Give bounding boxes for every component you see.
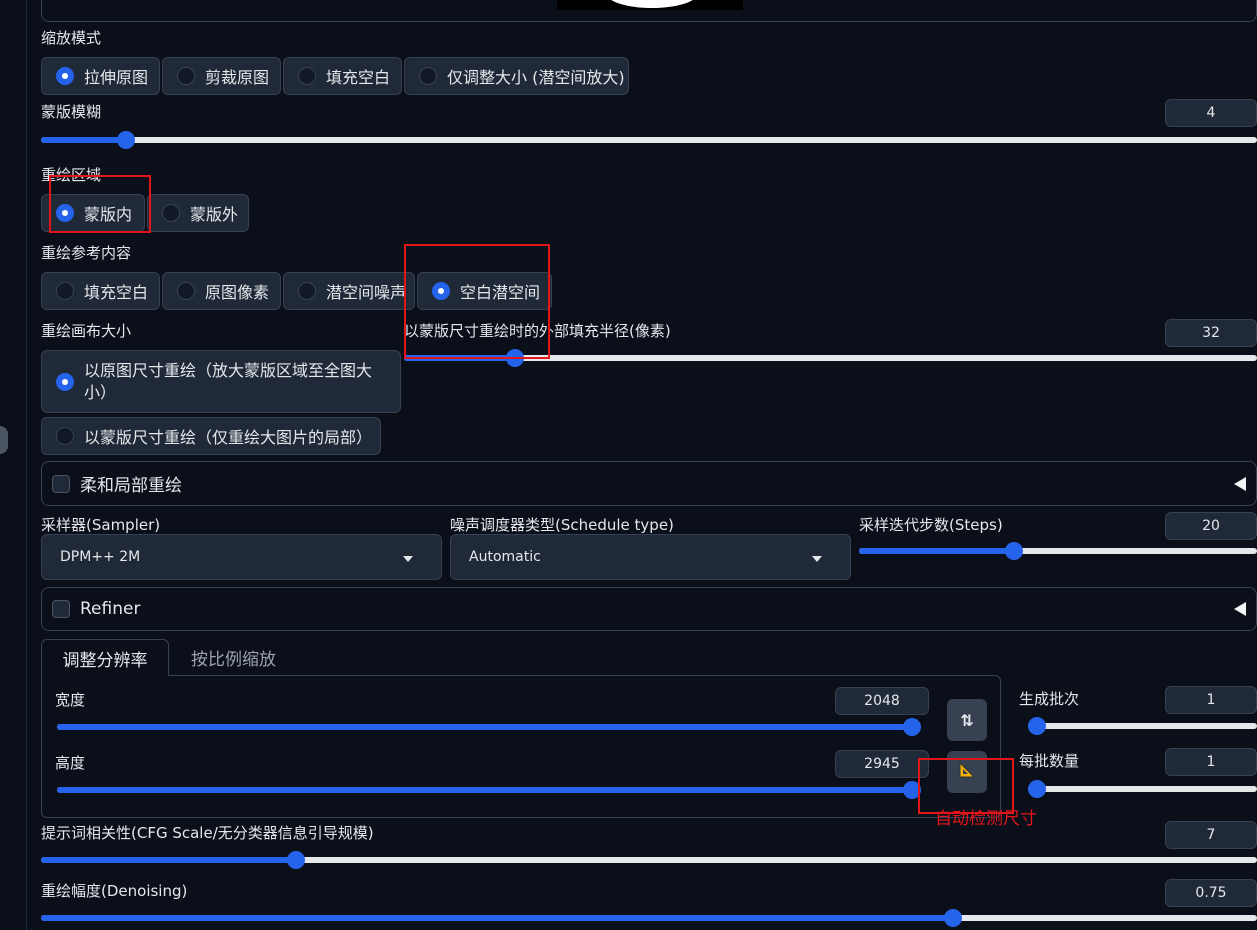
slider-fill	[41, 137, 127, 143]
denoising-label: 重绘幅度(Denoising)	[41, 882, 188, 900]
resize-mode-option[interactable]: 剪裁原图	[162, 57, 281, 95]
slider-thumb[interactable]	[944, 909, 962, 927]
mask-blur-slider[interactable]	[41, 131, 1257, 149]
mask-blur-label: 蒙版模糊	[41, 103, 102, 121]
masked-content-option[interactable]: 填充空白	[41, 272, 160, 310]
resize-mode-option[interactable]: 仅调整大小 (潜空间放大)	[404, 57, 629, 95]
schedule-type-select[interactable]: Automatic	[450, 534, 851, 580]
batch-size-input[interactable]: 1	[1165, 748, 1257, 776]
annotation-box-latent-nothing	[404, 244, 550, 359]
cfg-scale-label: 提示词相关性(CFG Scale/无分类器信息引导规模)	[41, 824, 374, 842]
denoising-slider[interactable]	[41, 909, 1257, 927]
slider-thumb[interactable]	[903, 718, 921, 736]
sampler-label: 采样器(Sampler)	[41, 516, 161, 534]
masked-content-option[interactable]: 潜空间噪声	[283, 272, 415, 310]
dropdown-arrow-icon	[403, 556, 413, 562]
resize-mode-label: 缩放模式	[41, 29, 102, 47]
height-slider[interactable]	[57, 781, 921, 799]
steps-slider[interactable]	[859, 542, 1257, 560]
tab-resize-by[interactable]: 按比例缩放	[171, 639, 296, 676]
collapse-caret-icon[interactable]	[1234, 602, 1246, 616]
width-input[interactable]: 2048	[835, 687, 929, 715]
height-input[interactable]: 2945	[835, 750, 929, 778]
sampler-select[interactable]: DPM++ 2M	[41, 534, 442, 580]
swap-icon: ⇅	[960, 710, 974, 730]
width-label: 宽度	[55, 691, 86, 709]
image-preview	[557, 0, 743, 10]
slider-thumb[interactable]	[1005, 542, 1024, 560]
radio-icon	[298, 67, 316, 85]
width-slider[interactable]	[57, 718, 921, 736]
steps-label: 采样迭代步数(Steps)	[859, 516, 1003, 534]
steps-input[interactable]: 20	[1165, 512, 1257, 540]
denoising-input[interactable]: 0.75	[1165, 879, 1257, 907]
left-scroll-handle[interactable]	[0, 426, 8, 454]
left-gutter	[0, 0, 27, 930]
radio-icon	[419, 67, 437, 85]
soft-inpainting-checkbox[interactable]	[52, 474, 70, 493]
padding-input[interactable]: 32	[1165, 319, 1257, 347]
resize-mode-option[interactable]: 拉伸原图	[41, 57, 160, 95]
collapse-caret-icon[interactable]	[1234, 476, 1246, 491]
inpaint-area-option[interactable]: 蒙版外	[147, 194, 249, 232]
slider-thumb[interactable]	[1028, 780, 1046, 798]
radio-icon	[56, 427, 74, 445]
cfg-scale-slider[interactable]	[41, 851, 1257, 869]
tab-resize-to[interactable]: 调整分辨率	[41, 639, 169, 676]
radio-selected-icon	[56, 67, 74, 85]
slider-thumb[interactable]	[287, 851, 306, 869]
annotation-text-auto-detect: 自动检测尺寸	[935, 809, 1037, 829]
inpaint-canvas-option[interactable]: 以蒙版尺寸重绘（仅重绘大图片的局部）	[41, 417, 381, 455]
slider-fill	[57, 724, 921, 730]
refiner-accordion[interactable]: Refiner	[41, 587, 1257, 631]
slider-thumb[interactable]	[1028, 717, 1046, 735]
slider-fill	[41, 915, 953, 921]
batch-size-label: 每批数量	[1019, 752, 1080, 770]
soft-inpainting-accordion[interactable]: 柔和局部重绘	[41, 461, 1257, 506]
slider-fill	[859, 548, 1015, 554]
radio-icon	[298, 282, 316, 300]
mask-blur-input[interactable]: 4	[1165, 99, 1257, 127]
slider-fill	[57, 787, 921, 793]
inpaint-canvas-option[interactable]: 以原图尺寸重绘（放大蒙版区域至全图大小）	[41, 350, 401, 413]
radio-icon	[56, 282, 74, 300]
batch-size-slider[interactable]	[1028, 780, 1257, 798]
radio-selected-icon	[56, 372, 74, 391]
batch-count-label: 生成批次	[1019, 690, 1080, 708]
height-label: 高度	[55, 754, 86, 772]
radio-icon	[177, 282, 195, 300]
cfg-scale-input[interactable]: 7	[1165, 821, 1257, 849]
masked-content-option[interactable]: 原图像素	[162, 272, 281, 310]
swap-dimensions-button[interactable]: ⇅	[947, 699, 987, 741]
slider-fill	[41, 857, 297, 863]
schedule-type-label: 噪声调度器类型(Schedule type)	[450, 516, 674, 534]
radio-icon	[177, 67, 195, 85]
batch-count-input[interactable]: 1	[1165, 686, 1257, 714]
slider-thumb[interactable]	[117, 131, 136, 149]
annotation-box-inpaint-area	[49, 175, 151, 233]
refiner-checkbox[interactable]	[52, 600, 70, 618]
inpaint-canvas-label: 重绘画布大小	[41, 322, 132, 340]
resize-mode-option[interactable]: 填充空白	[283, 57, 402, 95]
masked-content-label: 重绘参考内容	[41, 244, 132, 262]
batch-count-slider[interactable]	[1028, 717, 1257, 735]
radio-icon	[162, 204, 180, 222]
dropdown-arrow-icon	[812, 556, 822, 562]
